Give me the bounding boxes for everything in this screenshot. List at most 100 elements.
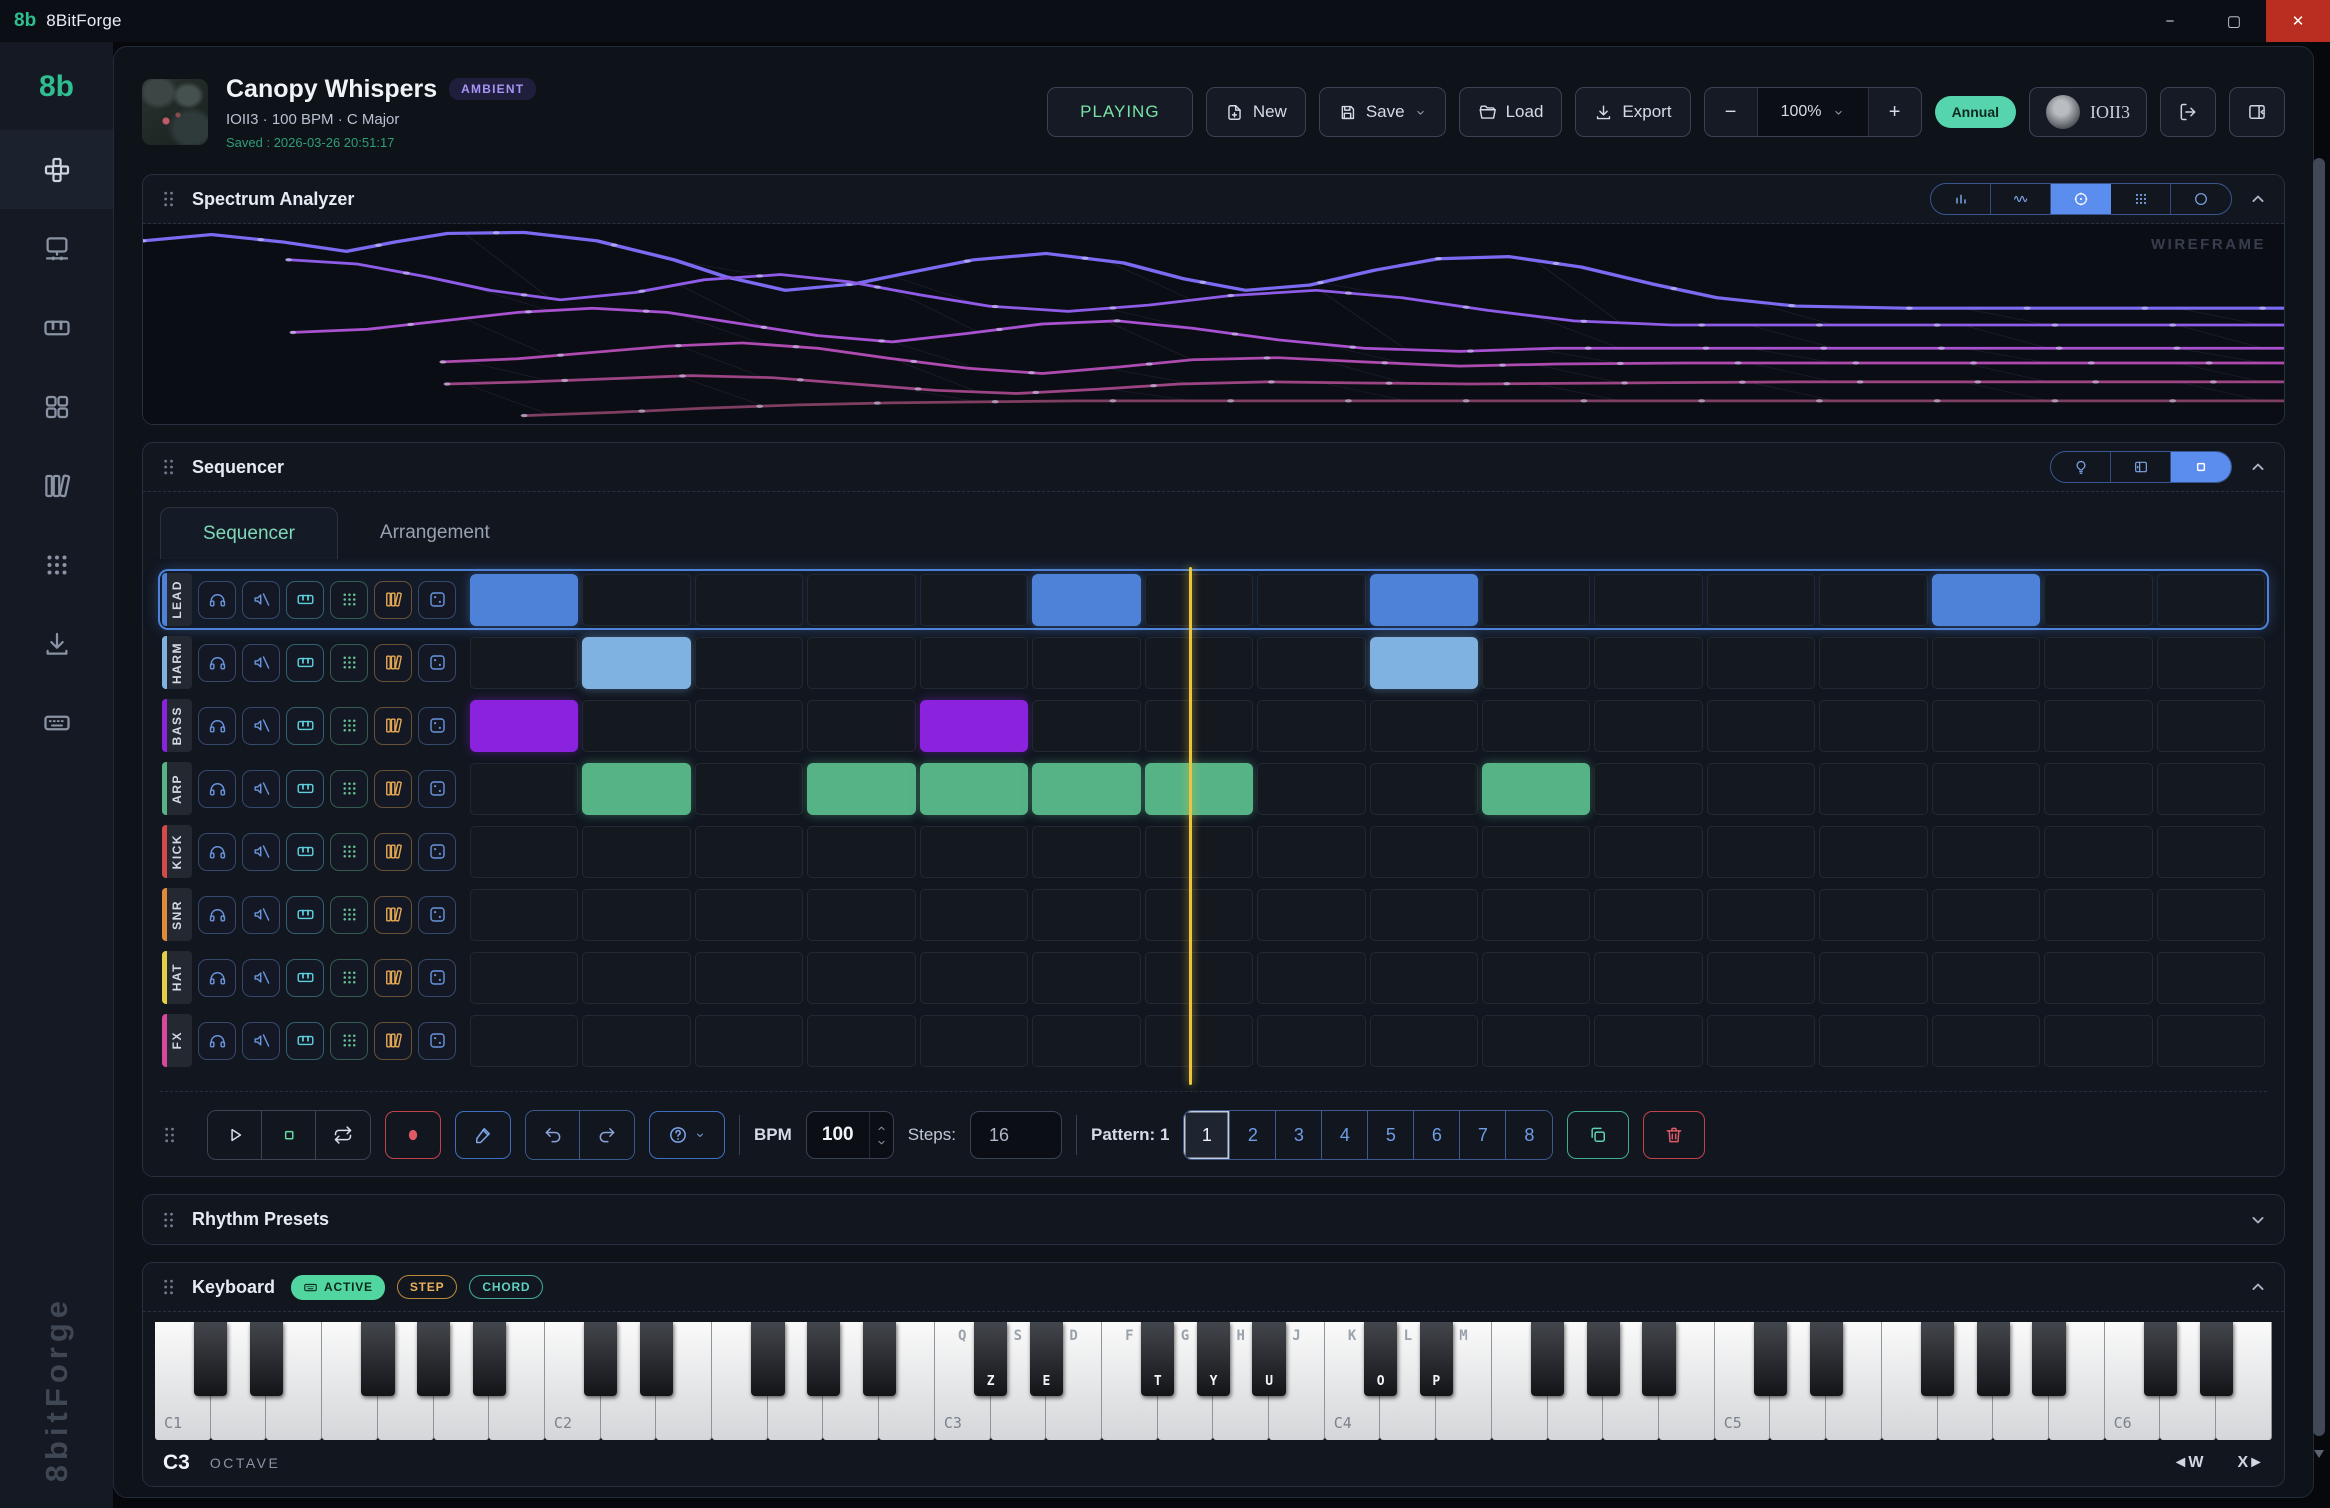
sidebar-item-keyboard[interactable] bbox=[0, 683, 113, 762]
playhead-line[interactable] bbox=[1189, 567, 1192, 1085]
black-key[interactable] bbox=[473, 1322, 506, 1396]
step-cell[interactable] bbox=[1032, 889, 1140, 941]
step-cell[interactable] bbox=[1257, 826, 1365, 878]
black-key[interactable] bbox=[1921, 1322, 1954, 1396]
step-cell[interactable] bbox=[695, 889, 803, 941]
logout-button[interactable] bbox=[2160, 87, 2216, 137]
scrollbar-thumb[interactable] bbox=[2313, 158, 2325, 1436]
black-key[interactable] bbox=[2032, 1322, 2065, 1396]
step-cell[interactable] bbox=[1707, 574, 1815, 626]
drag-handle-icon[interactable] bbox=[160, 1124, 180, 1146]
black-key[interactable] bbox=[1531, 1322, 1564, 1396]
pattern-button-2[interactable]: 2 bbox=[1230, 1111, 1276, 1159]
black-key[interactable] bbox=[584, 1322, 617, 1396]
pen-tool-button[interactable] bbox=[455, 1111, 511, 1159]
headphones-button[interactable] bbox=[198, 959, 236, 997]
step-cell[interactable] bbox=[2044, 952, 2152, 1004]
step-cell[interactable] bbox=[1257, 763, 1365, 815]
step-cell[interactable] bbox=[470, 889, 578, 941]
step-cell[interactable] bbox=[1932, 952, 2040, 1004]
step-cell[interactable] bbox=[582, 637, 690, 689]
close-button[interactable]: ✕ bbox=[2266, 0, 2330, 42]
black-key[interactable]: O bbox=[1364, 1322, 1397, 1396]
step-cell[interactable] bbox=[807, 574, 915, 626]
step-cell[interactable] bbox=[807, 826, 915, 878]
maximize-button[interactable]: ▢ bbox=[2202, 0, 2266, 42]
step-cell[interactable] bbox=[1482, 700, 1590, 752]
step-cell[interactable] bbox=[1932, 637, 2040, 689]
step-cell[interactable] bbox=[1257, 952, 1365, 1004]
step-cell[interactable] bbox=[1482, 763, 1590, 815]
step-cell[interactable] bbox=[470, 826, 578, 878]
step-cell[interactable] bbox=[807, 1015, 915, 1067]
step-cell[interactable] bbox=[920, 952, 1028, 1004]
step-cell[interactable] bbox=[807, 889, 915, 941]
track-row-snr[interactable]: SNR bbox=[160, 886, 2267, 943]
minimize-button[interactable]: − bbox=[2138, 0, 2202, 42]
collapse-spectrum-icon[interactable] bbox=[2248, 189, 2268, 209]
headphones-button[interactable] bbox=[198, 770, 236, 808]
step-cell[interactable] bbox=[920, 700, 1028, 752]
step-cell[interactable] bbox=[1707, 700, 1815, 752]
piano-button[interactable] bbox=[286, 1022, 324, 1060]
step-cell[interactable] bbox=[1032, 1015, 1140, 1067]
black-key[interactable] bbox=[194, 1322, 227, 1396]
step-cell[interactable] bbox=[1707, 1015, 1815, 1067]
sidebar-item-download[interactable] bbox=[0, 604, 113, 683]
step-cell[interactable] bbox=[695, 1015, 803, 1067]
step-cell[interactable] bbox=[1707, 889, 1815, 941]
dots-grid-button[interactable] bbox=[330, 1022, 368, 1060]
step-cell[interactable] bbox=[582, 700, 690, 752]
black-key[interactable] bbox=[2144, 1322, 2177, 1396]
step-cell[interactable] bbox=[807, 763, 915, 815]
zoom-out-button[interactable]: − bbox=[1705, 88, 1757, 136]
dots-grid-button[interactable] bbox=[330, 581, 368, 619]
pattern-button-3[interactable]: 3 bbox=[1276, 1111, 1322, 1159]
spectrum-bars-mode[interactable] bbox=[1931, 184, 1991, 214]
step-cell[interactable] bbox=[1370, 952, 1478, 1004]
piano-button[interactable] bbox=[286, 770, 324, 808]
dice-button[interactable] bbox=[418, 896, 456, 934]
dice-button[interactable] bbox=[418, 770, 456, 808]
step-cell[interactable] bbox=[1032, 952, 1140, 1004]
step-cell[interactable] bbox=[470, 952, 578, 1004]
step-cell[interactable] bbox=[1594, 1015, 1702, 1067]
step-cell[interactable] bbox=[2044, 574, 2152, 626]
step-cell[interactable] bbox=[2157, 763, 2265, 815]
black-key[interactable] bbox=[2200, 1322, 2233, 1396]
step-cell[interactable] bbox=[1819, 700, 1927, 752]
step-cell[interactable] bbox=[2157, 889, 2265, 941]
track-row-arp[interactable]: ARP bbox=[160, 760, 2267, 817]
stop-button[interactable] bbox=[262, 1111, 316, 1159]
sequencer-square-mode[interactable] bbox=[2171, 452, 2231, 482]
step-cell[interactable] bbox=[582, 889, 690, 941]
step-cell[interactable] bbox=[1594, 889, 1702, 941]
step-mode-badge[interactable]: STEP bbox=[397, 1275, 458, 1299]
step-cell[interactable] bbox=[1370, 1015, 1478, 1067]
step-cell[interactable] bbox=[1482, 574, 1590, 626]
chord-mode-badge[interactable]: CHORD bbox=[469, 1275, 543, 1299]
step-cell[interactable] bbox=[1819, 637, 1927, 689]
step-cell[interactable] bbox=[1257, 700, 1365, 752]
undo-button[interactable] bbox=[526, 1111, 580, 1159]
step-cell[interactable] bbox=[1594, 574, 1702, 626]
drag-handle-icon[interactable] bbox=[159, 1209, 179, 1231]
step-cell[interactable] bbox=[920, 637, 1028, 689]
step-cell[interactable] bbox=[1932, 700, 2040, 752]
step-cell[interactable] bbox=[2044, 637, 2152, 689]
library-button[interactable] bbox=[374, 1022, 412, 1060]
step-cell[interactable] bbox=[1257, 574, 1365, 626]
black-key[interactable]: P bbox=[1420, 1322, 1453, 1396]
step-cell[interactable] bbox=[695, 574, 803, 626]
step-cell[interactable] bbox=[695, 826, 803, 878]
step-cell[interactable] bbox=[1932, 889, 2040, 941]
piano-button[interactable] bbox=[286, 959, 324, 997]
headphones-button[interactable] bbox=[198, 833, 236, 871]
track-row-lead[interactable]: LEAD bbox=[160, 571, 2267, 628]
step-cell[interactable] bbox=[1032, 700, 1140, 752]
step-cell[interactable] bbox=[1145, 826, 1253, 878]
step-cell[interactable] bbox=[1032, 637, 1140, 689]
step-cell[interactable] bbox=[920, 1015, 1028, 1067]
black-key[interactable]: Y bbox=[1197, 1322, 1230, 1396]
mute-button[interactable] bbox=[242, 833, 280, 871]
